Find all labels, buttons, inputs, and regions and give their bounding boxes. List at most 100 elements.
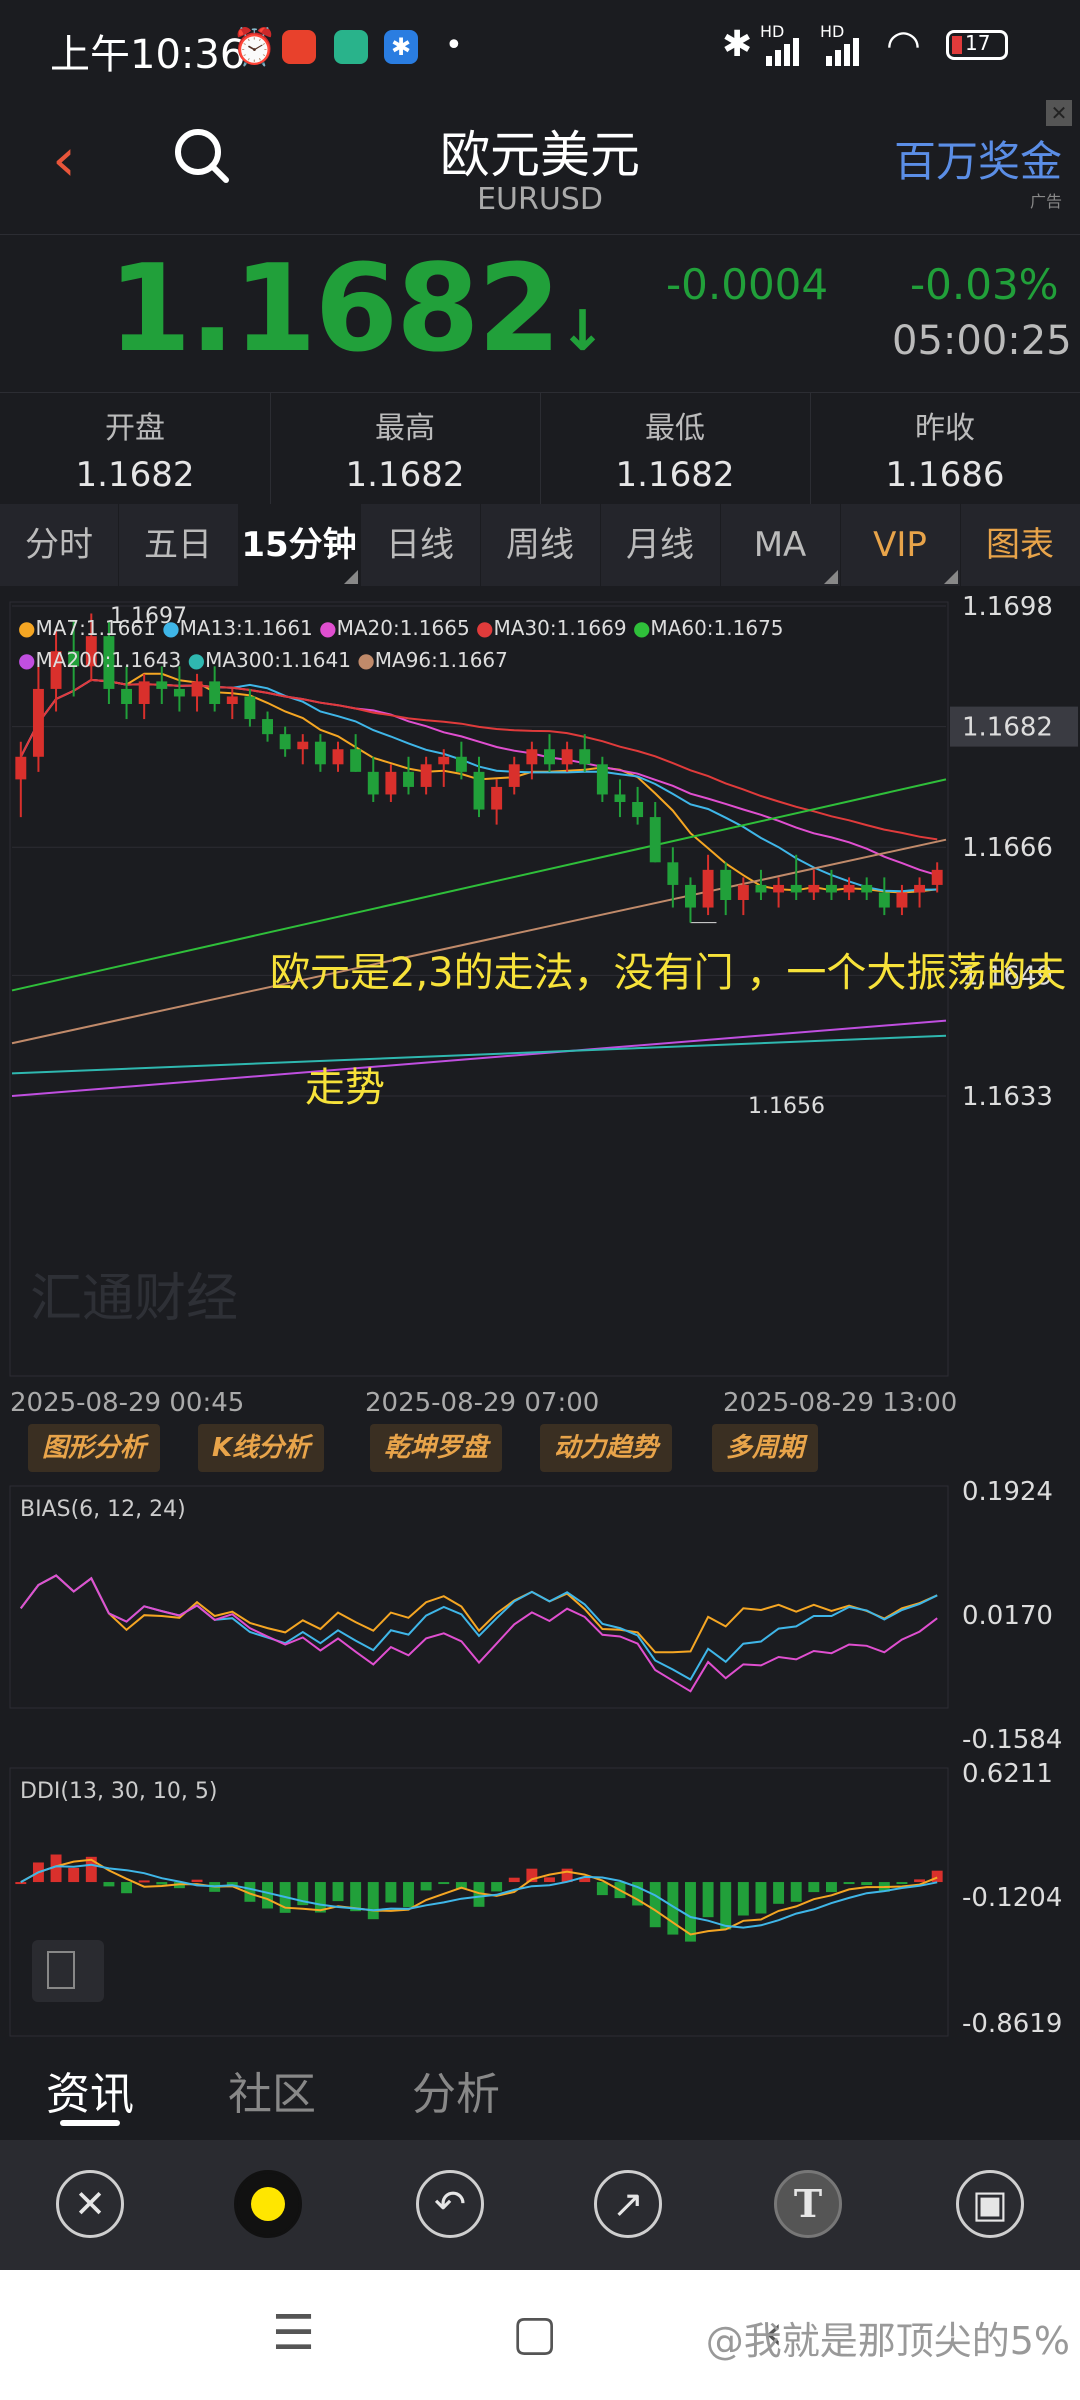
- ddi-bar: [825, 1882, 837, 1893]
- wifi-icon: ◠: [886, 22, 921, 68]
- ddi-bar: [403, 1882, 414, 1908]
- momentum-button[interactable]: 动力趋势: [540, 1424, 673, 1472]
- ddi-bar: [191, 1879, 203, 1883]
- ddi-bar: [544, 1877, 555, 1883]
- menu-icon[interactable]: ☰: [272, 2305, 315, 2361]
- candle: [737, 884, 749, 900]
- candle: [596, 764, 608, 795]
- ddi-tick-2: -0.8619: [962, 2009, 1062, 2039]
- candle: [156, 681, 168, 689]
- shape-analysis-button[interactable]: 图形分析: [28, 1424, 161, 1472]
- ddi-bar: [350, 1882, 362, 1912]
- tab-weekly[interactable]: 周线: [480, 504, 601, 586]
- bias-lines: [20, 1574, 938, 1693]
- drawing-toolbar: ✕ ↶ ↗ T ▣: [0, 2140, 1080, 2270]
- tab-chart-settings[interactable]: 图表: [960, 504, 1080, 586]
- current-price: 1.1682↓: [108, 240, 606, 379]
- ddi-tick-1: -0.1204: [962, 1883, 1062, 1913]
- ddi-bar: [156, 1882, 168, 1885]
- ma-legend-item: ●MA96:1.1667: [357, 648, 508, 672]
- color-picker-button[interactable]: [234, 2170, 302, 2238]
- tab-five-day[interactable]: 五日: [118, 504, 239, 586]
- high-marker-label: 1.1697: [110, 604, 187, 629]
- ddi-tick-0: 0.6211: [962, 1759, 1053, 1789]
- save-icon[interactable]: ▣: [956, 2170, 1024, 2238]
- news-tab-indicator: [60, 2120, 120, 2126]
- kline-analysis-button[interactable]: K线分析: [198, 1424, 325, 1472]
- bias-tick-1: 0.0170: [962, 1601, 1053, 1631]
- candle: [314, 741, 326, 765]
- candle: [209, 681, 221, 704]
- ma-legend-item: ●MA60:1.1675: [632, 616, 784, 640]
- tab-daily[interactable]: 日线: [360, 504, 481, 586]
- y-tick-label: 1.1633: [962, 1082, 1053, 1112]
- x-tick-0: 2025-08-29 00:45: [10, 1388, 244, 1418]
- candle: [403, 771, 414, 787]
- tab-vip[interactable]: VIP: [840, 504, 961, 586]
- text-tool-icon[interactable]: T: [774, 2170, 842, 2238]
- compass-button[interactable]: 乾坤罗盘: [370, 1424, 503, 1472]
- bluetooth-icon: ✱: [722, 24, 753, 65]
- candle: [579, 749, 591, 765]
- ddi-bar: [438, 1882, 450, 1885]
- candle: [825, 884, 837, 893]
- ma-legend-item: ●MA200:1.1643: [18, 648, 182, 672]
- ddi-bar: [720, 1882, 732, 1930]
- ma-legend-item: ●MA30:1.1669: [476, 616, 627, 640]
- main-grid: [12, 605, 946, 1097]
- ddi-bar: [737, 1882, 749, 1916]
- battery-icon: 17: [946, 30, 1008, 60]
- ddi-bar: [861, 1882, 873, 1886]
- candle: [914, 884, 926, 893]
- home-icon[interactable]: ▢: [512, 2305, 557, 2361]
- ddi-bar: [808, 1882, 820, 1893]
- candle: [420, 764, 432, 787]
- x-tick-2: 2025-08-29 13:00: [723, 1388, 957, 1418]
- ddi-bar: [931, 1870, 943, 1883]
- ddi-bar: [15, 1882, 27, 1885]
- price-change: -0.0004: [666, 260, 829, 309]
- tab-community[interactable]: 社区: [228, 2058, 316, 2122]
- price-change-pct: -0.03%: [910, 260, 1059, 309]
- candle: [561, 749, 573, 765]
- tab-monthly[interactable]: 月线: [600, 504, 721, 586]
- bias-line: [20, 1574, 938, 1654]
- arrow-tool-icon[interactable]: ↗: [594, 2170, 662, 2238]
- tab-fenshi[interactable]: 分时: [0, 504, 119, 586]
- candle: [843, 884, 855, 893]
- candle: [297, 741, 309, 750]
- fullscreen-button[interactable]: [32, 1940, 104, 2002]
- tab-analysis[interactable]: 分析: [412, 2058, 500, 2122]
- tab-news[interactable]: 资讯: [46, 2058, 134, 2122]
- candle: [685, 884, 696, 908]
- user-annotation-line1: 欧元是2,3的走法，没有门 ，一个大振荡的夫: [270, 950, 1067, 996]
- candle: [755, 884, 767, 893]
- candle: [455, 756, 467, 772]
- multi-period-button[interactable]: 多周期: [712, 1424, 819, 1472]
- period-tabs: 分时 五日 15分钟 日线 周线 月线 MA VIP 图表: [0, 504, 1080, 586]
- kline-chart[interactable]: 1.16981.16821.16661.16491.1633 汇通财经 2025…: [0, 596, 1080, 2040]
- candle: [720, 869, 732, 900]
- bias-label: BIAS(6, 12, 24): [20, 1497, 186, 1522]
- candle: [808, 884, 820, 893]
- tab-15min[interactable]: 15分钟: [238, 504, 361, 586]
- tab-ma[interactable]: MA: [720, 504, 841, 586]
- x-tick-1: 2025-08-29 07:00: [365, 1388, 599, 1418]
- ma-legend-item: ●MA20:1.1665: [319, 616, 470, 640]
- close-icon[interactable]: ✕: [56, 2170, 124, 2238]
- down-arrow-icon: ↓: [559, 299, 606, 364]
- signal-icon-2: [826, 38, 859, 66]
- ad-close-icon[interactable]: ✕: [1046, 100, 1072, 126]
- quote-open: 开盘 1.1682: [0, 393, 271, 505]
- ad-banner[interactable]: 百万奖金: [894, 128, 1062, 189]
- quote-time: 05:00:25: [892, 318, 1072, 364]
- ddi-bar: [314, 1882, 326, 1913]
- ddi-bar: [773, 1882, 785, 1904]
- ad-tag: 广告: [1029, 192, 1062, 211]
- status-bar: 上午10:36 ⏰ ✱ • ✱ HD HD ◠ 17: [0, 0, 1080, 95]
- undo-icon[interactable]: ↶: [416, 2170, 484, 2238]
- candle: [385, 771, 397, 795]
- ma-legend-item: ●MA300:1.1641: [187, 648, 351, 672]
- candle: [790, 884, 802, 893]
- ddi-bar: [121, 1882, 133, 1894]
